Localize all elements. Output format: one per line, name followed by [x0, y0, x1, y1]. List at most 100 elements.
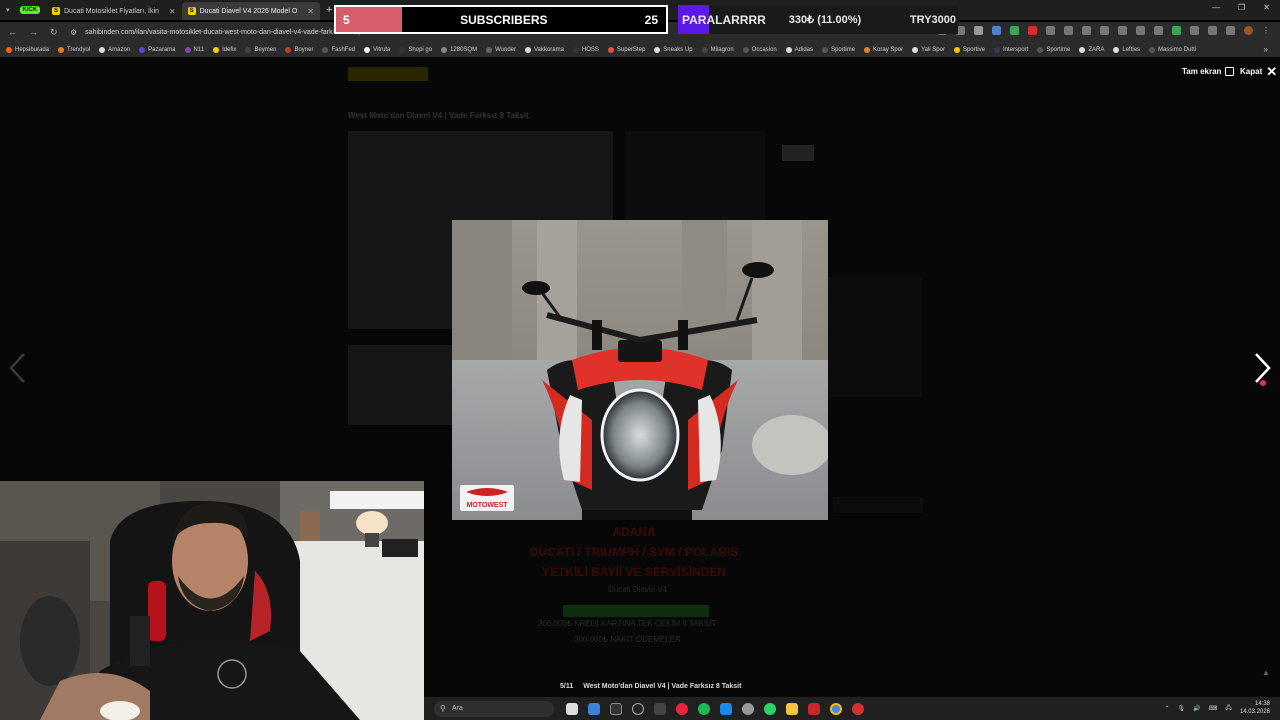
maximize-icon[interactable]: ❐	[1238, 3, 1245, 12]
extension-icon[interactable]	[1082, 26, 1091, 35]
tray-overflow-icon[interactable]: ⌃	[1164, 705, 1169, 712]
bookmark-item[interactable]: Wunder	[486, 46, 516, 53]
tab-close-icon[interactable]: ✕	[307, 7, 314, 16]
scroll-top-icon[interactable]: ▲	[1262, 668, 1270, 677]
tab-ducati-prices[interactable]: S Ducati Motosiklet Fiyatları, İkin ✕	[46, 2, 182, 20]
explorer-icon[interactable]	[588, 702, 600, 715]
bookmark-item[interactable]: Intersport	[993, 46, 1028, 53]
bookmark-favicon-icon	[1079, 46, 1086, 53]
bookmark-favicon-icon	[572, 46, 579, 53]
url-field[interactable]: sahibinden.com/ilan/vasita-motosiklet-du…	[85, 29, 361, 36]
bookmark-item[interactable]: Yali Spor	[912, 46, 945, 53]
profile-avatar-icon[interactable]	[1244, 26, 1253, 35]
folder-icon[interactable]	[786, 702, 798, 715]
app-icon[interactable]	[676, 702, 688, 715]
lightbox-close-button[interactable]: Kapat ✕	[1240, 65, 1277, 78]
bookmark-favicon-icon	[486, 46, 493, 53]
bookmark-star-icon[interactable]	[974, 26, 983, 35]
extension-icon[interactable]	[1154, 26, 1163, 35]
bookmark-item[interactable]: Trendyol	[58, 46, 90, 53]
close-window-icon[interactable]: ✕	[1263, 3, 1270, 12]
reload-icon[interactable]: ↻	[50, 27, 58, 38]
bookmark-item[interactable]: FashFed	[322, 46, 355, 53]
bookmark-item[interactable]: Idefix	[213, 46, 236, 53]
bookmark-item[interactable]: Shopi go	[399, 46, 432, 53]
app-icon[interactable]	[720, 702, 732, 715]
bookmark-item[interactable]: 1280SQM	[441, 46, 477, 53]
bookmark-item[interactable]: Koray Spor	[864, 46, 904, 53]
fullscreen-button[interactable]: Tam ekran	[1182, 67, 1235, 76]
bookmark-favicon-icon	[701, 46, 708, 53]
previous-photo-arrow[interactable]	[8, 352, 28, 389]
extension-icon[interactable]	[1010, 26, 1019, 35]
app-icon[interactable]	[610, 702, 622, 715]
bookmark-favicon-icon	[364, 46, 371, 53]
extension-icon[interactable]	[1064, 26, 1073, 35]
whatsapp-icon[interactable]	[764, 702, 776, 715]
browser-menu-icon[interactable]: ⋮	[1262, 26, 1270, 35]
new-tab-button[interactable]: +	[326, 4, 332, 16]
bookmark-item[interactable]: N11	[184, 46, 204, 53]
bookmark-item[interactable]: HOSS	[572, 46, 599, 53]
minimize-icon[interactable]: —	[1212, 3, 1220, 12]
system-tray: ⌃ 🎙 🔊 ⌨ 🖧 14:38 14.03.2026	[1164, 700, 1270, 716]
language-icon[interactable]: ⌨	[1209, 705, 1218, 712]
extension-icon[interactable]	[1208, 26, 1217, 35]
app-icon[interactable]	[808, 702, 820, 715]
bookmark-item[interactable]: Sportime	[1037, 46, 1070, 53]
dealer-city-ghost: ADANA	[612, 525, 656, 539]
bookmark-item[interactable]: Amazon	[99, 46, 130, 53]
app-icon[interactable]	[852, 702, 864, 715]
bookmark-item[interactable]: Lefties	[1113, 46, 1141, 53]
site-logo-ghost	[348, 67, 428, 81]
microphone-icon[interactable]: 🎙	[1177, 705, 1185, 712]
bookmarks-more-button[interactable]: »	[1264, 45, 1268, 54]
taskbar-search[interactable]: ⚲ Ara	[434, 700, 554, 717]
extension-icon[interactable]	[1046, 26, 1055, 35]
app-icon[interactable]	[632, 702, 644, 715]
tab-search-icon[interactable]: ▾	[6, 6, 10, 14]
extension-icon[interactable]	[1100, 26, 1109, 35]
spotify-icon[interactable]	[698, 702, 710, 715]
bookmark-item[interactable]: ZARA	[1079, 46, 1104, 53]
bookmark-item[interactable]: Vakkorama	[525, 46, 564, 53]
forward-icon[interactable]: →	[29, 27, 38, 38]
tab-diavel-listing[interactable]: S Ducati Diavel V4 2026 Model O ✕	[181, 2, 320, 20]
clock[interactable]: 14:38 14.03.2026	[1240, 700, 1270, 716]
bookmark-item[interactable]: Milagron	[701, 46, 734, 53]
bookmark-item[interactable]: SuperStep	[607, 46, 645, 53]
extension-icon[interactable]	[1172, 26, 1181, 35]
app-icon[interactable]	[654, 702, 666, 715]
bookmark-label: Koray Spor	[873, 46, 904, 53]
bookmark-item[interactable]: Hepsiburada	[6, 46, 49, 53]
bookmark-item[interactable]: Sneaks Up	[654, 46, 693, 53]
subscriber-label: SUBSCRIBERS	[460, 12, 548, 27]
extensions-puzzle-icon[interactable]	[1226, 26, 1235, 35]
bookmark-item[interactable]: Sportime	[822, 46, 855, 53]
settings-icon[interactable]	[742, 702, 754, 715]
task-view-icon[interactable]	[566, 702, 578, 715]
window-controls: — ❐ ✕	[1212, 3, 1270, 12]
extension-icon[interactable]	[992, 26, 1001, 35]
bookmark-item[interactable]: Pazarama	[139, 46, 176, 53]
bookmark-item[interactable]: Boyner	[285, 46, 313, 53]
tab-close-icon[interactable]: ✕	[169, 7, 176, 16]
bookmark-item[interactable]: Massimo Dutti	[1149, 46, 1196, 53]
bookmark-item[interactable]: Beymen	[245, 46, 276, 53]
extension-icon[interactable]	[1190, 26, 1199, 35]
chrome-icon[interactable]	[830, 702, 842, 715]
bookmark-favicon-icon	[912, 46, 919, 53]
extension-icon[interactable]	[1136, 26, 1145, 35]
site-info-icon[interactable]: ⚙	[70, 28, 77, 37]
extension-icon[interactable]	[1118, 26, 1127, 35]
bookmark-item[interactable]: Occasion	[742, 46, 777, 53]
bookmark-item[interactable]: Adidas	[785, 46, 813, 53]
extension-icon[interactable]	[1028, 26, 1037, 35]
network-icon[interactable]: 🖧	[1225, 703, 1232, 713]
volume-icon[interactable]: 🔊	[1193, 705, 1200, 712]
bookmark-item[interactable]: Sportive	[953, 46, 985, 53]
bookmark-item[interactable]: Vitruta	[364, 46, 390, 53]
back-icon[interactable]: ←	[8, 27, 17, 38]
bookmark-label: Lefties	[1122, 46, 1141, 53]
fullscreen-label: Tam ekran	[1182, 67, 1222, 76]
